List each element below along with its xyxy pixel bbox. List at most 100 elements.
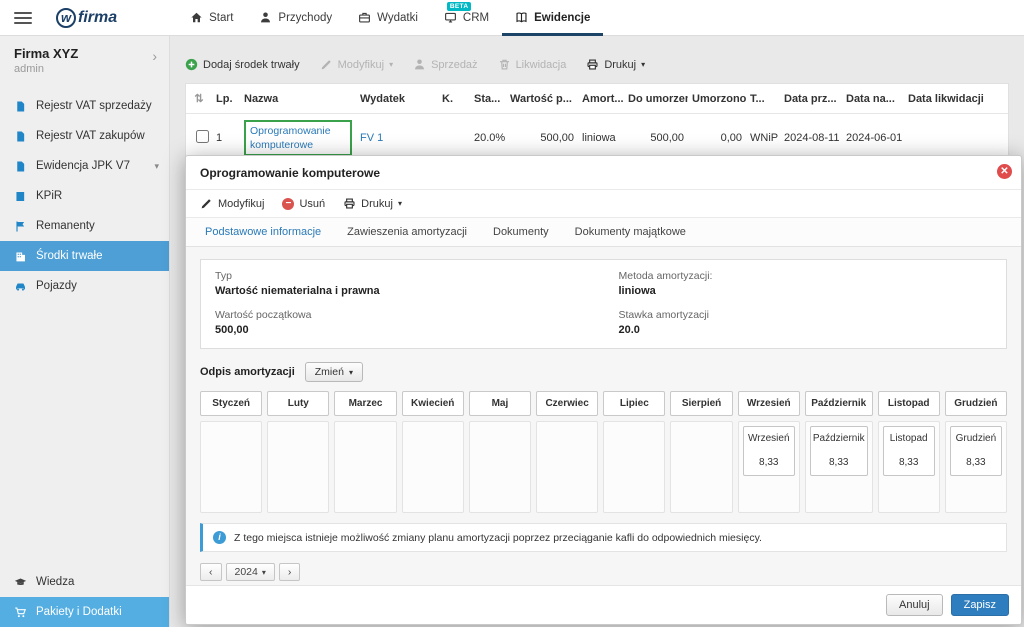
brand-logo[interactable]: w firma	[56, 8, 117, 28]
month-cell[interactable]	[670, 421, 732, 513]
printer-icon	[586, 58, 599, 71]
col-header-data-likwidacji[interactable]: Data likwidacji	[904, 93, 1008, 105]
amortization-tile[interactable]: Grudzień 8,33	[950, 426, 1002, 476]
col-header-stawka[interactable]: Sta...	[470, 93, 506, 105]
tab-podstawowe-informacje[interactable]: Podstawowe informacje	[192, 218, 334, 246]
next-year-button[interactable]: ›	[279, 563, 301, 581]
modal-body: Typ Wartość niematerialna i prawna Metod…	[186, 247, 1021, 585]
col-header-umorzono[interactable]: Umorzono	[688, 93, 746, 105]
asset-name-link[interactable]: Oprogramowanie komputerowe	[244, 120, 352, 156]
sidebar-item-pojazdy[interactable]: Pojazdy	[0, 271, 169, 301]
sidebar-item-rejestr-vat-zakupow[interactable]: Rejestr VAT zakupów	[0, 121, 169, 151]
nav-item-crm[interactable]: BETA CRM	[431, 0, 502, 36]
assets-table: ⇅ Lp. Nazwa Wydatek K. Sta... Wartość p.…	[185, 83, 1009, 163]
month-cell[interactable]	[200, 421, 262, 513]
save-button[interactable]: Zapisz	[951, 594, 1009, 616]
month-header: Czerwiec	[536, 391, 598, 416]
field-label: Typ	[215, 270, 589, 282]
tool-label: Drukuj	[604, 59, 636, 71]
month-cell[interactable]	[469, 421, 531, 513]
col-header-data-prz[interactable]: Data prz...	[780, 93, 842, 105]
field-label: Metoda amortyzacji:	[619, 270, 993, 282]
tool-label: Dodaj środek trwały	[203, 59, 300, 71]
col-header-data-na[interactable]: Data na...	[842, 93, 904, 105]
col-header-amortyzacja[interactable]: Amort...	[578, 93, 624, 105]
tool-label: Modyfikuj	[338, 59, 384, 71]
sidebar-item-ewidencja-jpk[interactable]: Ewidencja JPK V7 ▾	[0, 151, 169, 181]
sort-icon[interactable]: ⇅	[186, 92, 212, 105]
row-date-received: 2024-08-11	[780, 132, 842, 144]
modal-print-button[interactable]: Drukuj ▾	[343, 197, 402, 210]
sell-button[interactable]: Sprzedaż	[413, 58, 477, 71]
tab-dokumenty-majatkowe[interactable]: Dokumenty majątkowe	[562, 218, 699, 246]
modal-delete-button[interactable]: − Usuń	[282, 198, 325, 210]
col-header-wydatek[interactable]: Wydatek	[356, 93, 438, 105]
printer-icon	[343, 197, 356, 210]
month-cell[interactable]	[334, 421, 396, 513]
col-header-nazwa[interactable]: Nazwa	[240, 93, 356, 105]
tile-value: 8,33	[953, 457, 999, 468]
nav-item-wydatki[interactable]: Wydatki	[345, 0, 431, 36]
row-to-amortize: 500,00	[624, 132, 688, 144]
col-header-k[interactable]: K.	[438, 93, 470, 105]
col-header-wartosc[interactable]: Wartość p...	[506, 93, 578, 105]
company-switcher[interactable]: Firma XYZ admin ›	[0, 36, 169, 83]
field-wartosc-poczatkowa: Wartość początkowa 500,00	[215, 309, 589, 336]
field-metoda-amortyzacji: Metoda amortyzacji: liniowa	[619, 270, 993, 297]
sidebar-item-remanenty[interactable]: Remanenty	[0, 211, 169, 241]
tab-zawieszenia-amortyzacji[interactable]: Zawieszenia amortyzacji	[334, 218, 480, 246]
liquidation-button[interactable]: Likwidacja	[498, 58, 567, 71]
modify-button[interactable]: Modyfikuj ▾	[320, 58, 393, 71]
modal-modify-button[interactable]: Modyfikuj	[200, 197, 264, 210]
tool-label: Usuń	[299, 198, 325, 210]
prev-year-button[interactable]: ‹	[200, 563, 222, 581]
tab-dokumenty[interactable]: Dokumenty	[480, 218, 562, 246]
add-asset-button[interactable]: Dodaj środek trwały	[185, 58, 300, 71]
nav-item-przychody[interactable]: Przychody	[246, 0, 345, 36]
main-nav: Start Przychody Wydatki BETA CRM Ewidenc…	[177, 0, 603, 36]
caret-down-icon: ▾	[641, 60, 645, 69]
amortization-tile[interactable]: Październik 8,33	[810, 426, 868, 476]
amortization-tile[interactable]: Listopad 8,33	[883, 426, 935, 476]
cart-icon	[14, 606, 27, 619]
col-header-do-umorzenia[interactable]: Do umorzen...	[624, 93, 688, 105]
col-header-typ[interactable]: T...	[746, 93, 780, 105]
close-icon[interactable]: ✕	[997, 164, 1012, 179]
sidebar-item-srodki-trwale[interactable]: Środki trwałe	[0, 241, 169, 271]
sidebar-item-label: Rejestr VAT sprzedaży	[36, 100, 152, 112]
sidebar-item-kpir[interactable]: KPiR	[0, 181, 169, 211]
month-cell[interactable]: Listopad 8,33	[878, 421, 940, 513]
asset-details-panel: Typ Wartość niematerialna i prawna Metod…	[200, 259, 1007, 349]
file-icon	[14, 160, 27, 173]
sidebar-item-pakiety-i-dodatki[interactable]: Pakiety i Dodatki	[0, 597, 169, 627]
month-cell[interactable]: Grudzień 8,33	[945, 421, 1007, 513]
cancel-button[interactable]: Anuluj	[886, 594, 943, 616]
col-header-lp[interactable]: Lp.	[212, 93, 240, 105]
month-cell[interactable]: Październik 8,33	[805, 421, 873, 513]
year-pager: ‹ 2024 ▾ ›	[200, 563, 1007, 581]
asset-detail-modal: Oprogramowanie komputerowe ✕ Modyfikuj −…	[185, 155, 1022, 625]
nav-item-ewidencje[interactable]: Ewidencje	[502, 0, 603, 36]
month-cell[interactable]	[402, 421, 464, 513]
tool-label: Sprzedaż	[431, 59, 477, 71]
print-button[interactable]: Drukuj ▾	[586, 58, 645, 71]
month-cell[interactable]	[603, 421, 665, 513]
hamburger-menu-icon[interactable]	[14, 9, 32, 27]
month-cell[interactable]	[536, 421, 598, 513]
year-dropdown[interactable]: 2024 ▾	[226, 563, 275, 581]
row-checkbox[interactable]	[196, 130, 209, 143]
trash-icon	[498, 58, 511, 71]
chevron-left-icon: ‹	[209, 566, 213, 578]
month-cell[interactable]: Wrzesień 8,33	[738, 421, 800, 513]
list-toolbar: Dodaj środek trwały Modyfikuj ▾ Sprzedaż…	[185, 58, 1009, 71]
sidebar-item-label: Pojazdy	[36, 280, 77, 292]
expense-link[interactable]: FV 1	[360, 132, 383, 144]
month-header: Październik	[805, 391, 873, 416]
sidebar-item-rejestr-vat-sprzedazy[interactable]: Rejestr VAT sprzedaży	[0, 91, 169, 121]
month-cell[interactable]	[267, 421, 329, 513]
change-button[interactable]: Zmień ▾	[305, 362, 363, 382]
amortization-tile[interactable]: Wrzesień 8,33	[743, 426, 795, 476]
sidebar-item-wiedza[interactable]: Wiedza	[0, 567, 169, 597]
nav-label: Wydatki	[377, 12, 418, 24]
nav-item-start[interactable]: Start	[177, 0, 246, 36]
